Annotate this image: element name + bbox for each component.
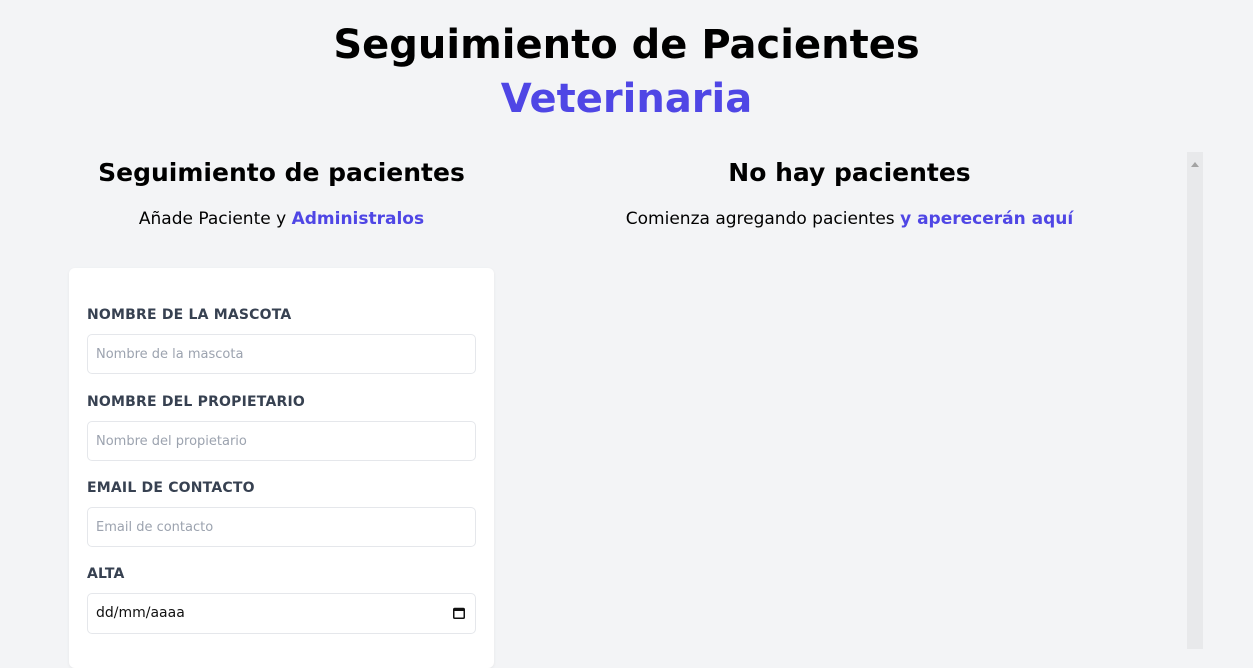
owner-name-label: NOMBRE DEL PROPIETARIO [87,394,305,410]
form-section-title: Seguimiento de pacientes [98,158,465,187]
owner-name-field: NOMBRE DEL PROPIETARIO [87,393,476,461]
form-section-subtitle-prefix: Añade Paciente y [138,209,292,229]
pet-name-field: NOMBRE DE LA MASCOTA [87,306,476,374]
scroll-up-icon[interactable] [1191,162,1199,167]
email-label: EMAIL DE CONTACTO [87,480,255,496]
email-input[interactable] [87,507,476,547]
calendar-icon[interactable] [453,607,465,619]
page-header: Seguimiento de Pacientes Veterinaria [0,22,1253,122]
patients-section: No hay pacientes Comienza agregando paci… [512,152,1187,230]
discharge-date-field: ALTA dd/mm/aaaa [87,565,476,634]
page-subtitle: Veterinaria [500,76,753,122]
form-section-subtitle: Añade Paciente y Administralos [69,208,494,230]
patients-section-subtitle-accent: y aperecerán aquí [900,209,1074,229]
patient-form: NOMBRE DE LA MASCOTA NOMBRE DEL PROPIETA… [69,268,494,668]
email-field: EMAIL DE CONTACTO [87,479,476,547]
pet-name-label: NOMBRE DE LA MASCOTA [87,307,292,323]
patients-section-subtitle: Comienza agregando pacientes y aperecerá… [512,208,1187,230]
patients-section-subtitle-prefix: Comienza agregando pacientes [625,209,901,229]
patients-section-title: No hay pacientes [728,158,971,187]
form-section: Seguimiento de pacientes Añade Paciente … [69,152,494,230]
page-title: Seguimiento de Pacientes [333,22,920,68]
discharge-date-placeholder: dd/mm/aaaa [96,605,185,621]
pet-name-input[interactable] [87,334,476,374]
discharge-date-label: ALTA [87,566,125,582]
owner-name-input[interactable] [87,421,476,461]
discharge-date-input[interactable]: dd/mm/aaaa [87,593,476,634]
patients-scrollbar[interactable] [1187,152,1203,649]
form-section-subtitle-accent: Administralos [291,209,425,229]
